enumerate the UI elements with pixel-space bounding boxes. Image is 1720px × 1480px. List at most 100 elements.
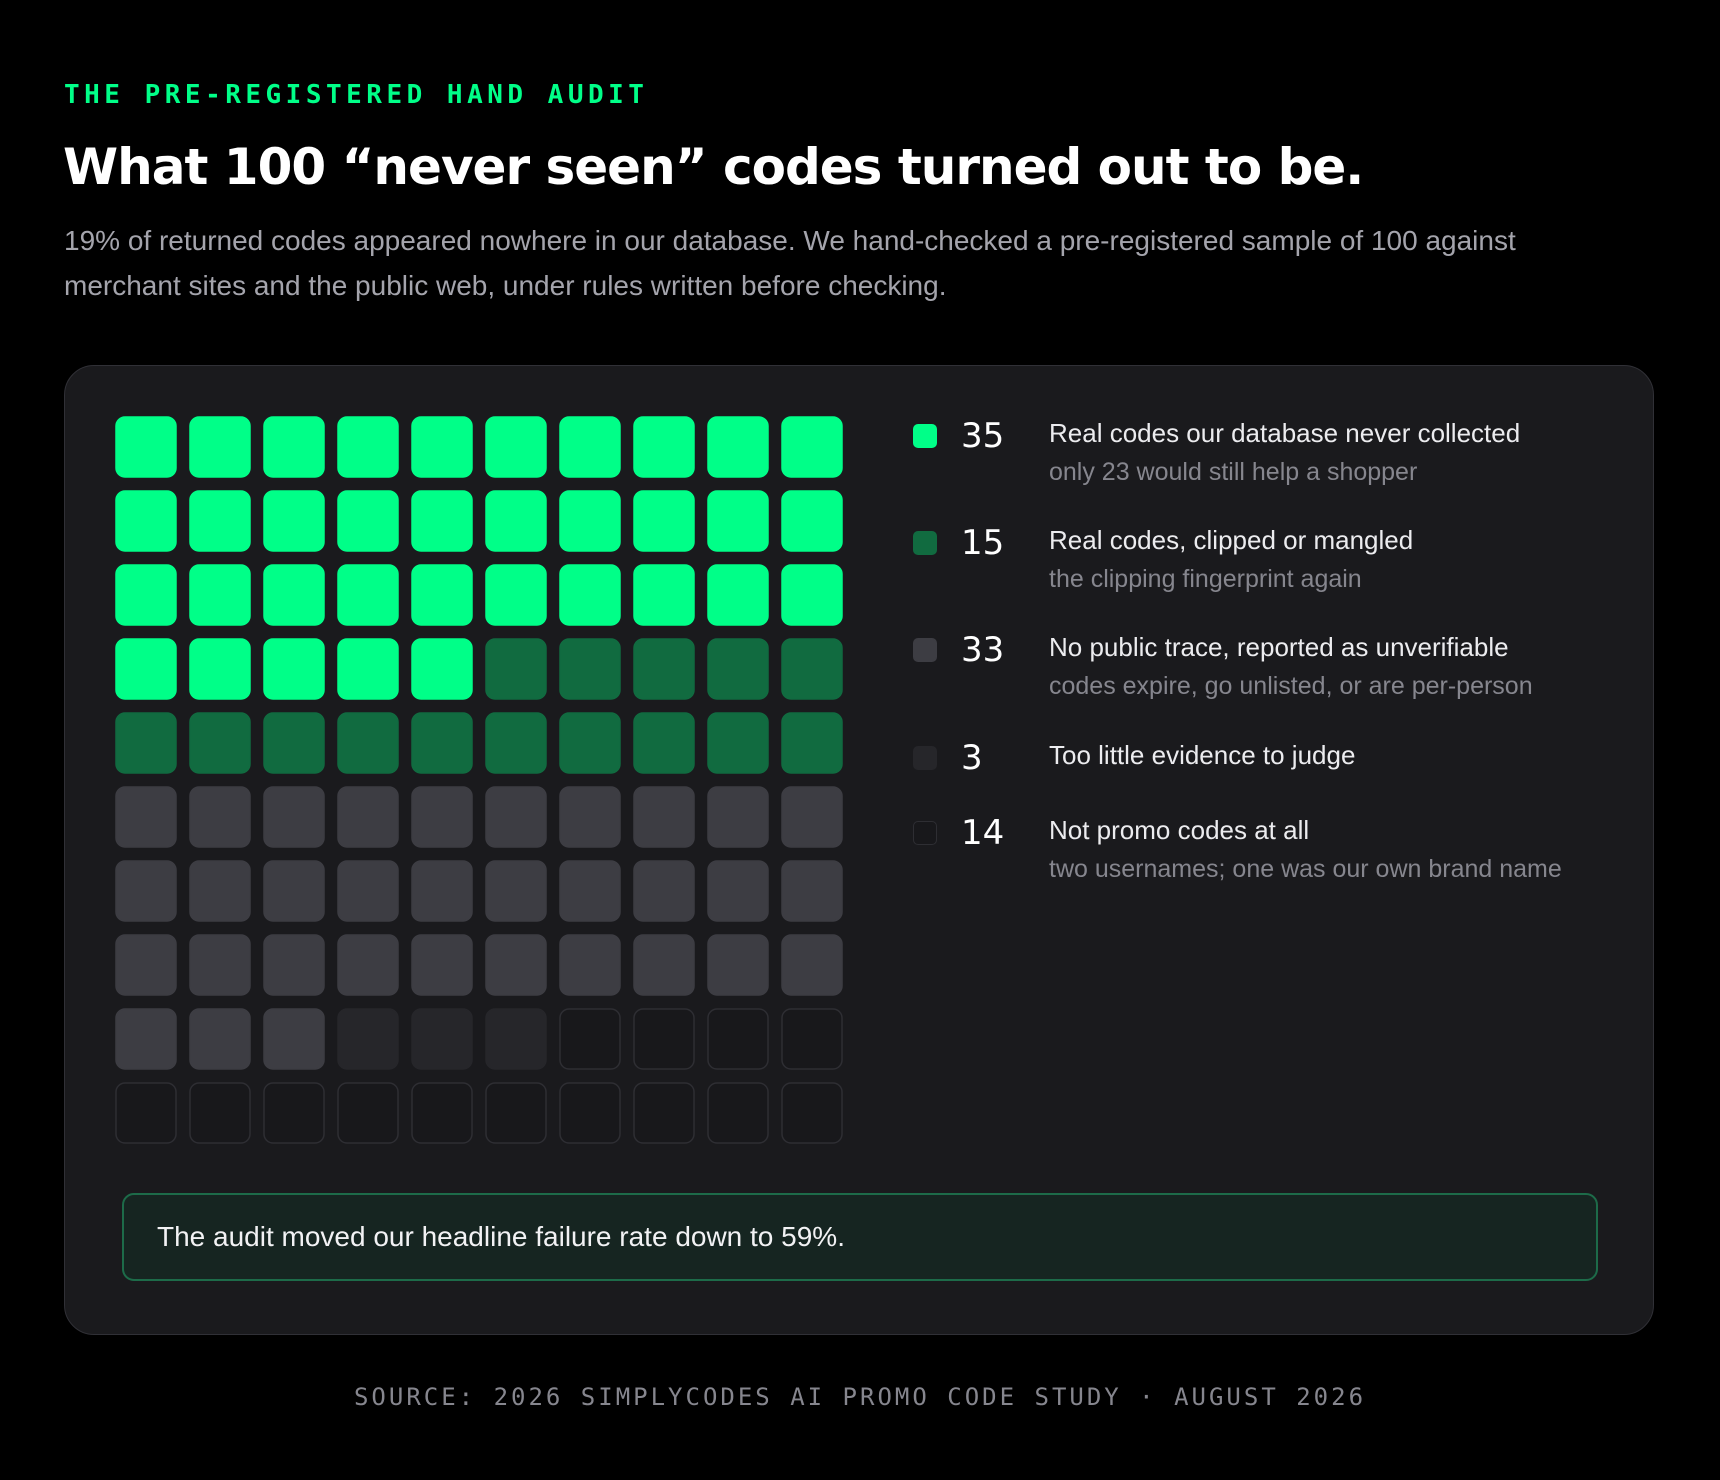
waffle-cell bbox=[781, 564, 843, 626]
legend-count: 3 bbox=[961, 738, 983, 778]
waffle-cell bbox=[115, 564, 177, 626]
waffle-cell bbox=[633, 490, 695, 552]
waffle-cell bbox=[559, 934, 621, 996]
waffle-cell bbox=[781, 786, 843, 848]
waffle-cell bbox=[707, 564, 769, 626]
waffle-cell bbox=[263, 416, 325, 478]
waffle-cell bbox=[411, 1008, 473, 1070]
waffle-cell bbox=[707, 638, 769, 700]
waffle-cell bbox=[633, 934, 695, 996]
waffle-cell bbox=[707, 786, 769, 848]
waffle-cell bbox=[263, 786, 325, 848]
waffle-cell bbox=[485, 934, 547, 996]
waffle-cell bbox=[115, 860, 177, 922]
callout-box: The audit moved our headline failure rat… bbox=[122, 1193, 1598, 1281]
waffle-cell bbox=[337, 712, 399, 774]
legend-note: only 23 would still help a shopper bbox=[1049, 458, 1418, 486]
waffle-cell bbox=[115, 638, 177, 700]
waffle-cell bbox=[263, 934, 325, 996]
waffle-cell bbox=[263, 564, 325, 626]
waffle-cell bbox=[633, 1082, 695, 1144]
waffle-cell bbox=[633, 638, 695, 700]
waffle-cell bbox=[633, 564, 695, 626]
waffle-cell bbox=[633, 786, 695, 848]
waffle-cell bbox=[485, 638, 547, 700]
waffle-cell bbox=[337, 416, 399, 478]
waffle-cell bbox=[263, 638, 325, 700]
waffle-cell bbox=[707, 1008, 769, 1070]
legend-swatch bbox=[913, 821, 937, 845]
waffle-cell bbox=[559, 564, 621, 626]
chart-card: 35 Real codes our database never collecte… bbox=[64, 365, 1654, 1335]
waffle-cell bbox=[115, 1008, 177, 1070]
legend-count: 35 bbox=[961, 416, 1005, 456]
waffle-cell bbox=[411, 564, 473, 626]
waffle-cell bbox=[189, 786, 251, 848]
legend-note: codes expire, go unlisted, or are per-pe… bbox=[1049, 672, 1533, 700]
waffle-cell bbox=[337, 860, 399, 922]
waffle-cell bbox=[189, 638, 251, 700]
waffle-cell bbox=[633, 416, 695, 478]
waffle-cell bbox=[559, 860, 621, 922]
waffle-cell bbox=[115, 490, 177, 552]
legend-swatch bbox=[913, 424, 937, 448]
waffle-cell bbox=[263, 860, 325, 922]
waffle-cell bbox=[263, 1082, 325, 1144]
legend-count: 15 bbox=[961, 523, 1005, 563]
waffle-cell bbox=[263, 1008, 325, 1070]
waffle-cell bbox=[707, 934, 769, 996]
waffle-cell bbox=[337, 1082, 399, 1144]
legend-label: Real codes our database never collected bbox=[1049, 418, 1521, 448]
waffle-cell bbox=[707, 860, 769, 922]
waffle-cell bbox=[559, 416, 621, 478]
waffle-cell bbox=[485, 490, 547, 552]
waffle-cell bbox=[559, 1082, 621, 1144]
waffle-cell bbox=[781, 490, 843, 552]
waffle-cell bbox=[189, 1008, 251, 1070]
legend-swatch bbox=[913, 638, 937, 662]
legend-swatch bbox=[913, 531, 937, 555]
legend-note: the clipping fingerprint again bbox=[1049, 565, 1362, 593]
waffle-cell bbox=[485, 416, 547, 478]
waffle-cell bbox=[337, 1008, 399, 1070]
waffle-cell bbox=[411, 860, 473, 922]
waffle-cell bbox=[781, 416, 843, 478]
waffle-cell bbox=[189, 860, 251, 922]
waffle-cell bbox=[485, 712, 547, 774]
waffle-cell bbox=[411, 712, 473, 774]
waffle-cell bbox=[115, 934, 177, 996]
waffle-cell bbox=[189, 1082, 251, 1144]
waffle-cell bbox=[559, 712, 621, 774]
legend-count: 14 bbox=[961, 813, 1005, 853]
legend-label: No public trace, reported as unverifiabl… bbox=[1049, 632, 1509, 662]
callout-text: The audit moved our headline failure rat… bbox=[157, 1221, 845, 1252]
waffle-cell bbox=[411, 1082, 473, 1144]
waffle-cell bbox=[485, 564, 547, 626]
waffle-cell bbox=[559, 1008, 621, 1070]
waffle-cell bbox=[633, 860, 695, 922]
waffle-cell bbox=[781, 712, 843, 774]
waffle-cell bbox=[633, 712, 695, 774]
waffle-cell bbox=[485, 1008, 547, 1070]
waffle-cell bbox=[337, 564, 399, 626]
waffle-cell bbox=[781, 934, 843, 996]
waffle-cell bbox=[189, 934, 251, 996]
waffle-cell bbox=[559, 638, 621, 700]
waffle-cell bbox=[485, 1082, 547, 1144]
waffle-cell bbox=[411, 490, 473, 552]
waffle-cell bbox=[115, 1082, 177, 1144]
waffle-cell bbox=[189, 490, 251, 552]
waffle-cell bbox=[411, 934, 473, 996]
source-note: SOURCE: 2026 SIMPLYCODES AI PROMO CODE S… bbox=[353, 1383, 1367, 1411]
eyebrow-label: THE PRE-REGISTERED HAND AUDIT bbox=[64, 80, 649, 110]
waffle-cell bbox=[337, 638, 399, 700]
waffle-cell bbox=[781, 860, 843, 922]
waffle-cell bbox=[411, 638, 473, 700]
waffle-cell bbox=[189, 712, 251, 774]
legend-swatch bbox=[913, 746, 937, 770]
legend-count: 33 bbox=[961, 630, 1005, 670]
waffle-cell bbox=[115, 712, 177, 774]
waffle-cell bbox=[781, 1082, 843, 1144]
waffle-cell bbox=[115, 786, 177, 848]
waffle-cell bbox=[337, 490, 399, 552]
